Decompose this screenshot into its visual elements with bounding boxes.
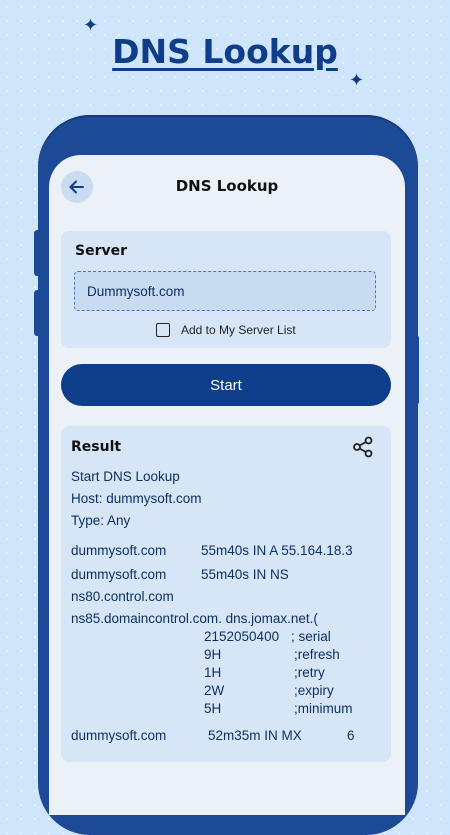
app-screen: DNS Lookup Server Add to My Server List … bbox=[49, 155, 405, 815]
soa-line: ns85.domaincontrol.com. dns.jomax.net.( bbox=[71, 611, 318, 626]
record-host: dummysoft.com bbox=[71, 543, 167, 558]
server-card-title: Server bbox=[75, 243, 128, 259]
add-server-checkbox-label: Add to My Server List bbox=[181, 323, 296, 337]
ns-line: ns80.control.com bbox=[71, 589, 174, 604]
soa-label: ;retry bbox=[294, 665, 325, 680]
app-title: DNS Lookup bbox=[175, 177, 279, 195]
phone-side-button bbox=[34, 230, 40, 276]
record-host: dummysoft.com bbox=[71, 567, 167, 582]
start-button[interactable]: Start bbox=[61, 364, 391, 406]
server-input[interactable] bbox=[74, 271, 376, 311]
add-server-checkbox-row[interactable]: Add to My Server List bbox=[156, 323, 296, 337]
record-value: 55m40s IN NS bbox=[201, 567, 289, 582]
soa-label: ;minimum bbox=[294, 701, 353, 716]
sparkle-icon: ✦ bbox=[83, 15, 99, 35]
soa-label: ;refresh bbox=[294, 647, 340, 662]
share-icon[interactable] bbox=[352, 436, 374, 458]
soa-value: 2152050400 bbox=[204, 629, 280, 644]
result-line: Host: dummysoft.com bbox=[71, 491, 202, 506]
soa-label: ;expiry bbox=[294, 683, 334, 698]
soa-value: 9H bbox=[204, 647, 222, 662]
result-line: Start DNS Lookup bbox=[71, 469, 180, 484]
phone-side-button bbox=[34, 290, 40, 336]
soa-label: ; serial bbox=[291, 629, 331, 644]
record-value: 52m35m IN MX bbox=[208, 728, 302, 743]
result-title: Result bbox=[71, 439, 122, 455]
app-bar: DNS Lookup bbox=[49, 155, 405, 219]
phone-side-button bbox=[413, 335, 419, 405]
sparkle-icon: ✦ bbox=[349, 70, 365, 90]
soa-value: 1H bbox=[204, 665, 222, 680]
result-line: Type: Any bbox=[71, 513, 131, 528]
add-server-checkbox[interactable] bbox=[156, 323, 170, 337]
record-priority: 6 bbox=[347, 728, 355, 743]
soa-value: 5H bbox=[204, 701, 222, 716]
record-host: dummysoft.com bbox=[71, 728, 167, 743]
result-card: Result Start DNS Lookup Host: dummysoft.… bbox=[61, 426, 391, 762]
soa-value: 2W bbox=[204, 683, 225, 698]
record-value: 55m40s IN A 55.164.18.3 bbox=[201, 543, 353, 558]
page-headline: DNS Lookup bbox=[112, 32, 338, 71]
server-card: Server Add to My Server List bbox=[61, 231, 391, 348]
